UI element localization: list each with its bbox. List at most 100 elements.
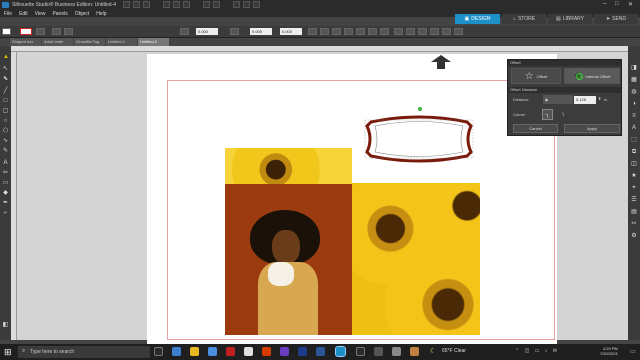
rounded-rect-icon[interactable]: ▢	[2, 108, 9, 115]
eraser-tool-icon[interactable]: ▭	[2, 180, 9, 187]
curve-tool-icon[interactable]: ∿	[2, 138, 9, 145]
pen-tool-icon[interactable]: ✒	[2, 200, 9, 207]
line-color-swatch[interactable]	[20, 28, 32, 35]
windows-start-icon[interactable]: ⊞	[4, 347, 12, 358]
menu-panels[interactable]: Panels	[52, 11, 67, 17]
transform-icon[interactable]	[368, 28, 377, 35]
select-tool-icon[interactable]: ↖	[2, 66, 9, 73]
group-icon[interactable]	[320, 28, 329, 35]
doc-tab[interactable]: Grosvilla Tag	[74, 38, 105, 46]
warning-icon[interactable]: ▲	[3, 54, 9, 60]
offset-option-button[interactable]: ☆ Offset	[511, 68, 561, 84]
apply-button[interactable]: Apply	[564, 124, 620, 133]
send-panel-icon[interactable]: ✂	[630, 220, 638, 228]
toolbar-paste-icon[interactable]	[183, 1, 190, 8]
silhouette-app-icon[interactable]	[335, 346, 346, 357]
replicate-icon[interactable]	[344, 28, 353, 35]
app-gray-icon[interactable]	[374, 347, 383, 356]
chrome-icon[interactable]	[244, 347, 253, 356]
file-explorer-icon[interactable]	[190, 347, 199, 356]
line-panel-icon[interactable]: ≡	[630, 112, 638, 120]
grid-panel-icon[interactable]: ▦	[630, 76, 638, 84]
text-tool-icon[interactable]: A	[2, 160, 9, 167]
height-field[interactable]: 0.000	[250, 28, 272, 35]
tab-send[interactable]: ➤ SEND	[594, 14, 638, 24]
lock-icon[interactable]	[64, 28, 73, 35]
rectangle-tool-icon[interactable]: □	[2, 98, 9, 105]
toolbar-grid-icon[interactable]	[123, 1, 130, 8]
toolbar-copy-icon[interactable]	[173, 1, 180, 8]
maximize-icon[interactable]: □	[615, 1, 619, 7]
powerpoint-icon[interactable]	[262, 347, 271, 356]
weather-text[interactable]: 65°F Clear	[442, 348, 466, 354]
distance-stepper-icon[interactable]: ⬍	[598, 96, 601, 101]
edit-points-icon[interactable]: ⬉	[2, 76, 9, 83]
text-style-icon[interactable]	[418, 28, 427, 35]
select-mode-icon[interactable]	[2, 28, 11, 35]
menu-edit[interactable]: Edit	[19, 11, 28, 17]
ungroup-icon[interactable]	[332, 28, 341, 35]
line-style-icon[interactable]	[36, 28, 45, 35]
minimize-icon[interactable]: –	[603, 1, 606, 7]
toolbar-zoom-in-icon[interactable]	[233, 1, 240, 8]
fill-tool-icon[interactable]: ◆	[2, 190, 9, 197]
weld-icon[interactable]	[356, 28, 365, 35]
taskbar-clock[interactable]: 4:29 PM 7/20/2021	[600, 346, 618, 356]
corner-round-icon[interactable]: ╮	[558, 109, 569, 120]
toolbar-open-icon[interactable]	[133, 1, 140, 8]
sunflower-image-right[interactable]	[352, 183, 480, 335]
page-setup-icon[interactable]	[406, 28, 415, 35]
tab-design[interactable]: ▣ DESIGN	[455, 14, 500, 24]
app-light-icon[interactable]	[392, 347, 401, 356]
toolbar-undo-icon[interactable]	[203, 1, 210, 8]
star-icon[interactable]	[442, 28, 451, 35]
task-view-icon[interactable]	[154, 347, 163, 356]
offset-icon[interactable]	[380, 28, 389, 35]
toolbar-cut-icon[interactable]	[163, 1, 170, 8]
fill-pattern-icon[interactable]: ◍	[630, 88, 638, 96]
panel-toggle-icon[interactable]: ◧	[2, 322, 9, 329]
polygon-tool-icon[interactable]: ⬠	[2, 128, 9, 135]
fill-icon[interactable]	[52, 28, 61, 35]
rotate-handle[interactable]	[418, 107, 422, 111]
doc-tab[interactable]: Untitled-1	[106, 38, 137, 46]
knife-tool-icon[interactable]: ✂	[2, 170, 9, 177]
freehand-tool-icon[interactable]: ✎	[2, 148, 9, 155]
system-tray-icons[interactable]: ⌃ ◫ ▭ ♪ ✉	[515, 348, 559, 354]
app-purple-icon[interactable]	[280, 347, 289, 356]
tab-store[interactable]: ⌂ STORE	[502, 14, 546, 24]
menu-view[interactable]: View	[35, 11, 46, 17]
layers-panel-icon[interactable]: ☰	[630, 196, 638, 204]
panel-toggle-icon[interactable]: ◨	[630, 64, 638, 72]
library-panel-icon[interactable]: ▤	[630, 208, 638, 216]
x-field[interactable]: 0.000	[280, 28, 302, 35]
modify-panel-icon[interactable]: ◫	[630, 160, 638, 168]
doc-tab-active[interactable]: Untitled-2	[138, 38, 169, 46]
label-shape-selected[interactable]	[363, 112, 475, 166]
toolbar-redo-icon[interactable]	[213, 1, 220, 8]
fill-panel-icon[interactable]	[430, 28, 439, 35]
word-icon[interactable]	[316, 347, 325, 356]
menu-object[interactable]: Object	[75, 11, 89, 17]
settings-panel-icon[interactable]: ⚙	[630, 232, 638, 240]
toolbar-fit-icon[interactable]	[253, 1, 260, 8]
toolbar-zoom-out-icon[interactable]	[243, 1, 250, 8]
width-field[interactable]: 0.000	[196, 28, 218, 35]
eyedropper-icon[interactable]: ⌐	[2, 210, 9, 217]
doc-tab[interactable]: Shaped box	[10, 38, 41, 46]
doc-tab[interactable]: Adult order	[42, 38, 73, 46]
store-app-icon[interactable]	[208, 347, 217, 356]
close-icon[interactable]: ✕	[628, 1, 633, 8]
slider-thumb-icon[interactable]: ▲	[544, 97, 549, 103]
toolbar-save-icon[interactable]	[143, 1, 150, 8]
replicate-panel-icon[interactable]: ⧉	[630, 148, 638, 156]
corner-sharp-icon[interactable]: ┐	[542, 109, 553, 120]
align-icon[interactable]	[308, 28, 317, 35]
menu-help[interactable]: Help	[96, 11, 106, 17]
sunflower-image-top[interactable]	[225, 148, 352, 184]
transform-panel-icon[interactable]: ⬚	[630, 136, 638, 144]
line-tool-icon[interactable]: ╱	[2, 88, 9, 95]
trace-panel-icon[interactable]: ⌖	[630, 184, 638, 192]
internal-offset-button[interactable]: ★ Internal Offset	[564, 68, 620, 84]
edge-browser-icon[interactable]	[172, 347, 181, 356]
